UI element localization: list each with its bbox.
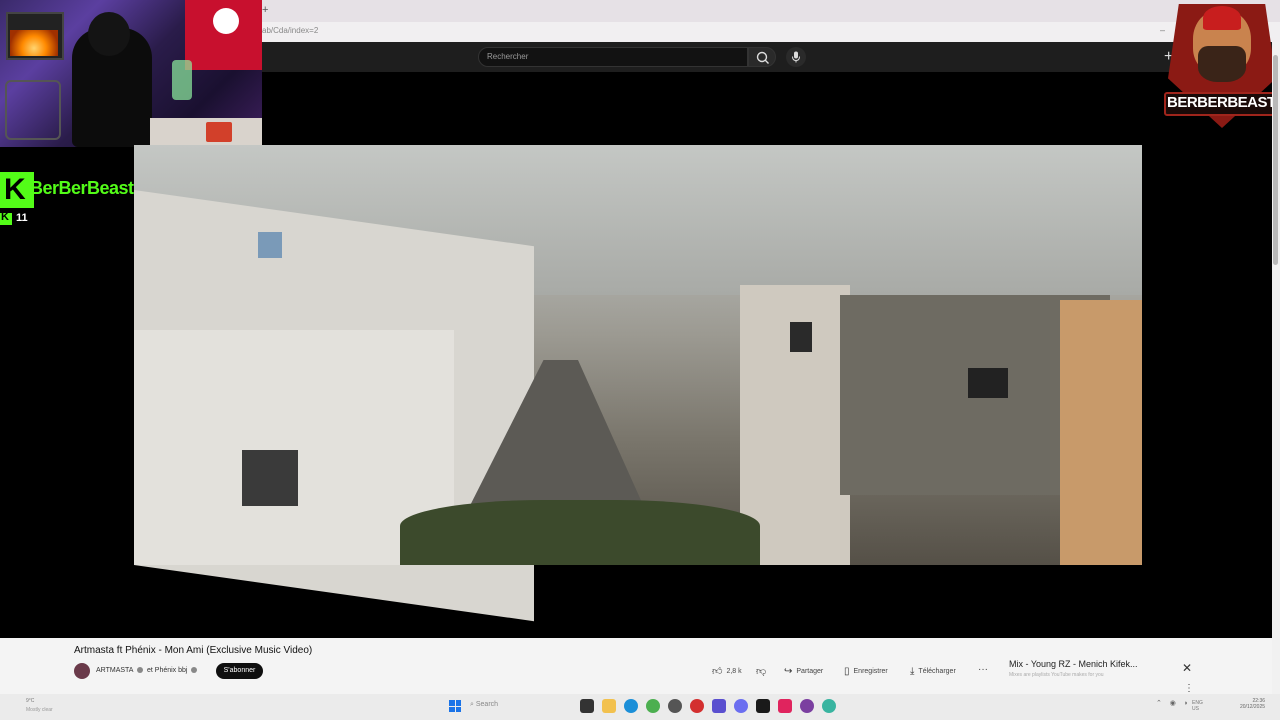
search-icon	[756, 51, 769, 64]
video-window	[790, 322, 812, 352]
thumbs-up-icon: 👍︎	[712, 666, 723, 677]
share-label: Partager	[796, 667, 824, 675]
kick-viewers-letter: K	[1, 211, 9, 223]
scrollbar-thumb[interactable]	[1273, 55, 1278, 265]
like-count: 2,8 k	[726, 667, 742, 675]
video-window	[968, 368, 1008, 398]
verified-icon	[137, 667, 144, 674]
flag-emblem	[213, 8, 239, 34]
viewer-count: 11	[16, 212, 28, 224]
new-tab-button[interactable]: +	[262, 4, 268, 16]
more-actions-button[interactable]: ···	[978, 664, 988, 675]
mug	[206, 122, 232, 142]
tiktok-icon[interactable]	[778, 699, 792, 713]
video-building-edge	[1060, 300, 1142, 565]
channel-avatar[interactable]	[74, 663, 90, 679]
taskbar-search[interactable]: ⌕ Search	[470, 701, 498, 709]
weather-desc[interactable]: Mostly clear	[26, 707, 53, 713]
queue-menu-icon[interactable]: ⋮	[1184, 683, 1194, 694]
video-window	[258, 232, 282, 258]
desk-lamp	[172, 60, 192, 100]
brand-logo-beard	[1198, 46, 1246, 82]
video-window	[242, 450, 298, 506]
mail-icon[interactable]	[712, 699, 726, 713]
share-button[interactable]: ↪ Partager	[784, 664, 823, 678]
voice-search-button[interactable]	[786, 47, 806, 67]
thumbs-down-icon: 👎︎	[756, 666, 767, 677]
chrome-icon[interactable]	[646, 699, 660, 713]
kick-logo-letter: K	[4, 173, 26, 206]
save-button[interactable]: ▯ Enregistrer	[844, 664, 888, 678]
file-explorer-icon[interactable]	[602, 699, 616, 713]
streamer-head	[88, 12, 130, 56]
video-title: Artmasta ft Phénix - Mon Ami (Exclusive …	[74, 645, 313, 656]
video-trees	[400, 500, 760, 565]
system-clock[interactable]: 22:36 20/12/2025	[1240, 698, 1265, 710]
clock-date: 20/12/2025	[1240, 704, 1266, 710]
taskbar-apps	[580, 699, 836, 713]
queue-title[interactable]: Mix - Young RZ - Menich Kifek...	[1009, 659, 1138, 669]
discord-icon[interactable]	[734, 699, 748, 713]
channel-joiner[interactable]: et Phénix bbj	[147, 667, 187, 674]
language-indicator[interactable]: ENG US	[1192, 700, 1203, 712]
download-icon: ⤓	[910, 665, 915, 677]
close-icon[interactable]: ✕	[1182, 661, 1192, 675]
browser-icon[interactable]	[822, 699, 836, 713]
dislike-button[interactable]: 👎︎	[756, 664, 766, 678]
brand-logo-text: BERBERBEAST	[1167, 94, 1276, 111]
queue-subtitle: Mixes are playlists YouTube makes for yo…	[1009, 672, 1104, 678]
app-icon[interactable]	[668, 699, 682, 713]
terminal-icon[interactable]	[756, 699, 770, 713]
download-label: Télécharger	[918, 667, 956, 675]
taskbar-search-label: Search	[475, 701, 499, 708]
channel-primary[interactable]: ARTMASTA	[96, 667, 133, 674]
weather-temp[interactable]: 9°C	[26, 698, 34, 704]
brand-logo-hat	[1203, 6, 1241, 30]
opera-icon[interactable]	[690, 699, 704, 713]
bookmark-icon: ▯	[844, 665, 850, 677]
system-tray[interactable]: ⌃ ◉ ◗	[1156, 699, 1191, 707]
fire-image	[10, 30, 58, 56]
share-icon: ↪	[784, 665, 793, 677]
search-button[interactable]	[748, 47, 776, 67]
like-button[interactable]: 👍︎ 2,8 k	[712, 664, 742, 678]
save-label: Enregistrer	[853, 667, 888, 675]
mic-icon	[792, 51, 800, 63]
obs-icon[interactable]	[800, 699, 814, 713]
download-button[interactable]: ⤓ Télécharger	[910, 664, 956, 678]
channel-names[interactable]: ARTMASTA et Phénix bbj	[96, 667, 199, 674]
keyboard-layout: US	[1192, 706, 1199, 712]
gaming-chair	[5, 80, 61, 140]
verified-icon	[191, 667, 198, 674]
windows-start-icon[interactable]	[449, 700, 461, 712]
kick-channel-name: BerBerBeast	[30, 178, 134, 198]
address-url[interactable]: ab/Cda/index=2	[262, 26, 318, 35]
task-view-icon[interactable]	[580, 699, 594, 713]
subscribe-button[interactable]: S'abonner	[216, 663, 263, 679]
search-placeholder: Rechercher	[487, 52, 529, 61]
edge-icon[interactable]	[624, 699, 638, 713]
